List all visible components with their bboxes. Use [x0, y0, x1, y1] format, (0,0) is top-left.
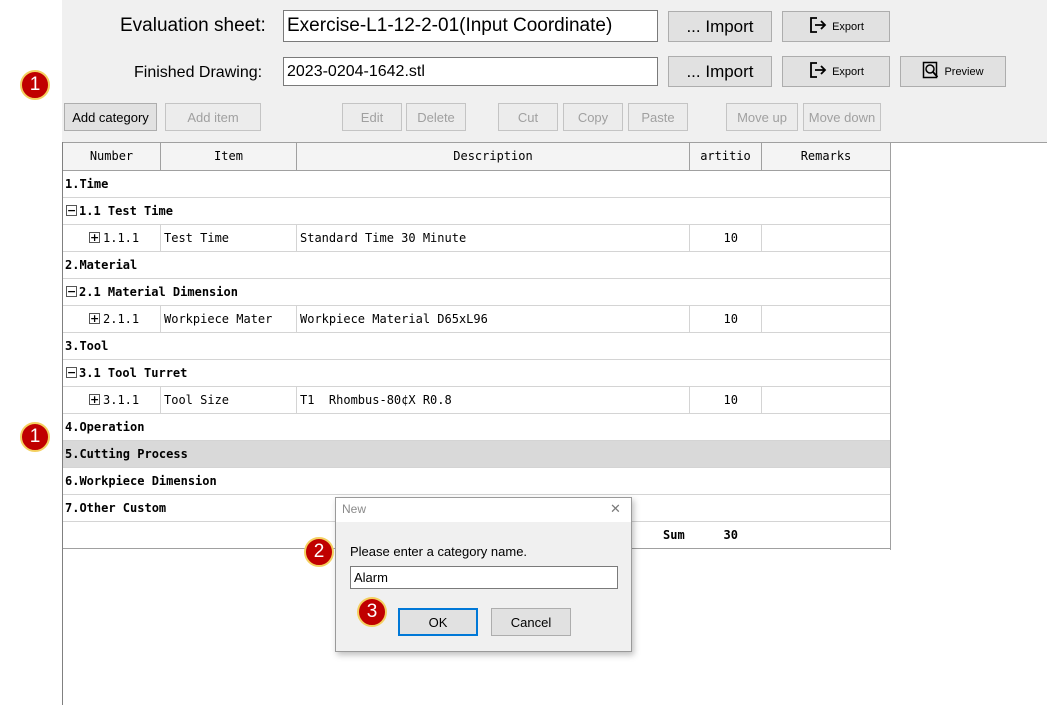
table-row[interactable]: − 2.1 Material Dimension	[63, 279, 891, 306]
cell-divider	[761, 387, 762, 413]
column-header-item[interactable]: Item	[161, 143, 297, 170]
row-number: 2.1 Material Dimension	[79, 285, 238, 299]
row-item: Tool Size	[164, 393, 230, 407]
collapse-icon[interactable]: −	[66, 367, 77, 378]
delete-button[interactable]: Delete	[406, 103, 466, 131]
cell-divider	[689, 387, 690, 413]
cell-divider	[689, 306, 690, 332]
cell-divider	[160, 387, 161, 413]
row-number: 4.Operation	[65, 420, 145, 434]
sum-value: 30	[723, 528, 738, 542]
column-header-number[interactable]: Number	[63, 143, 161, 170]
row-description: T1 Rhombus-80¢X R0.8	[300, 393, 452, 407]
close-icon[interactable]: ✕	[610, 501, 621, 517]
export-icon	[808, 61, 828, 82]
copy-button[interactable]: Copy	[563, 103, 623, 131]
collapse-icon[interactable]: −	[66, 286, 77, 297]
step-badge-1: 1	[20, 70, 50, 100]
table-row[interactable]: 3.Tool	[63, 333, 891, 360]
cell-divider	[761, 306, 762, 332]
grid-right-border	[890, 143, 891, 550]
cell-divider	[689, 225, 690, 251]
cell-divider	[296, 225, 297, 251]
table-row[interactable]: + 1.1.1 Test Time Standard Time 30 Minut…	[63, 225, 891, 252]
expand-icon[interactable]: +	[89, 394, 100, 405]
drawing-export-button[interactable]: Export	[782, 56, 890, 87]
export-label: Export	[832, 65, 864, 78]
step-badge-2: 2	[304, 537, 334, 567]
cell-divider	[296, 306, 297, 332]
finished-drawing-field[interactable]: 2023-0204-1642.stl	[283, 57, 658, 86]
table-row-selected[interactable]: 5.Cutting Process	[63, 441, 891, 468]
cell-divider	[296, 387, 297, 413]
collapse-icon[interactable]: −	[66, 205, 77, 216]
export-label: Export	[832, 20, 864, 33]
row-value: 10	[723, 312, 738, 326]
dialog-prompt: Please enter a category name.	[350, 544, 528, 559]
row-value: 10	[723, 393, 738, 407]
expand-icon[interactable]: +	[89, 313, 100, 324]
step-badge-1: 1	[20, 422, 50, 452]
table-row[interactable]: + 3.1.1 Tool Size T1 Rhombus-80¢X R0.8 1…	[63, 387, 891, 414]
table-row[interactable]: 4.Operation	[63, 414, 891, 441]
move-down-button[interactable]: Move down	[803, 103, 881, 131]
row-description: Standard Time 30 Minute	[300, 231, 467, 245]
row-item: Workpiece Mater	[164, 312, 273, 326]
new-category-dialog: New ✕ Please enter a category name. Alar…	[335, 497, 632, 652]
add-category-button[interactable]: Add category	[64, 103, 157, 131]
cancel-button[interactable]: Cancel	[491, 608, 571, 636]
row-description: Workpiece Material D65xL96	[300, 312, 488, 326]
evaluation-sheet-field[interactable]: Exercise-L1-12-2-01(Input Coordinate)	[283, 10, 658, 42]
sum-label: Sum	[663, 528, 685, 542]
add-item-button[interactable]: Add item	[165, 103, 261, 131]
table-header: Number Item Description artitio Remarks	[63, 143, 891, 171]
dialog-titlebar	[336, 498, 631, 522]
move-up-button[interactable]: Move up	[726, 103, 798, 131]
row-number: 2.Material	[65, 258, 138, 272]
evaluation-export-button[interactable]: Export	[782, 11, 890, 42]
row-number: 1.Time	[65, 177, 109, 191]
row-number: 5.Cutting Process	[65, 447, 188, 461]
row-value: 10	[723, 231, 738, 245]
row-number: 3.1 Tool Turret	[79, 366, 188, 380]
table-row[interactable]: − 1.1 Test Time	[63, 198, 891, 225]
table-row[interactable]: 6.Workpiece Dimension	[63, 468, 891, 495]
finished-drawing-label: Finished Drawing:	[134, 64, 263, 81]
column-header-remarks[interactable]: Remarks	[762, 143, 890, 170]
ok-button[interactable]: OK	[398, 608, 478, 636]
step-badge-3: 3	[357, 597, 387, 627]
export-icon	[808, 16, 828, 37]
row-item: Test Time	[164, 231, 230, 245]
paste-button[interactable]: Paste	[628, 103, 688, 131]
magnifier-icon	[922, 61, 940, 82]
row-number: 3.1.1	[103, 393, 140, 407]
row-number: 6.Workpiece Dimension	[65, 474, 217, 488]
row-number: 1.1 Test Time	[79, 204, 173, 218]
table-row[interactable]: 1.Time	[63, 171, 891, 198]
table-row[interactable]: 2.Material	[63, 252, 891, 279]
column-header-value[interactable]: artitio	[690, 143, 762, 170]
table-row[interactable]: − 3.1 Tool Turret	[63, 360, 891, 387]
row-number: 3.Tool	[65, 339, 109, 353]
cell-divider	[160, 225, 161, 251]
row-number: 2.1.1	[103, 312, 140, 326]
preview-button[interactable]: Preview	[900, 56, 1006, 87]
drawing-import-button[interactable]: ... Import	[668, 56, 772, 87]
table-row[interactable]: + 2.1.1 Workpiece Mater Workpiece Materi…	[63, 306, 891, 333]
preview-label: Preview	[944, 65, 984, 78]
cell-divider	[761, 225, 762, 251]
row-number: 7.Other Custom	[65, 501, 167, 515]
evaluation-sheet-label: Evaluation sheet:	[120, 15, 266, 36]
expand-icon[interactable]: +	[89, 232, 100, 243]
cell-divider	[160, 306, 161, 332]
category-name-input[interactable]: Alarm	[350, 566, 618, 589]
column-header-description[interactable]: Description	[297, 143, 690, 170]
evaluation-import-button[interactable]: ... Import	[668, 11, 772, 42]
edit-button[interactable]: Edit	[342, 103, 402, 131]
dialog-title: New	[342, 502, 367, 516]
cut-button[interactable]: Cut	[498, 103, 558, 131]
row-number: 1.1.1	[103, 231, 140, 245]
